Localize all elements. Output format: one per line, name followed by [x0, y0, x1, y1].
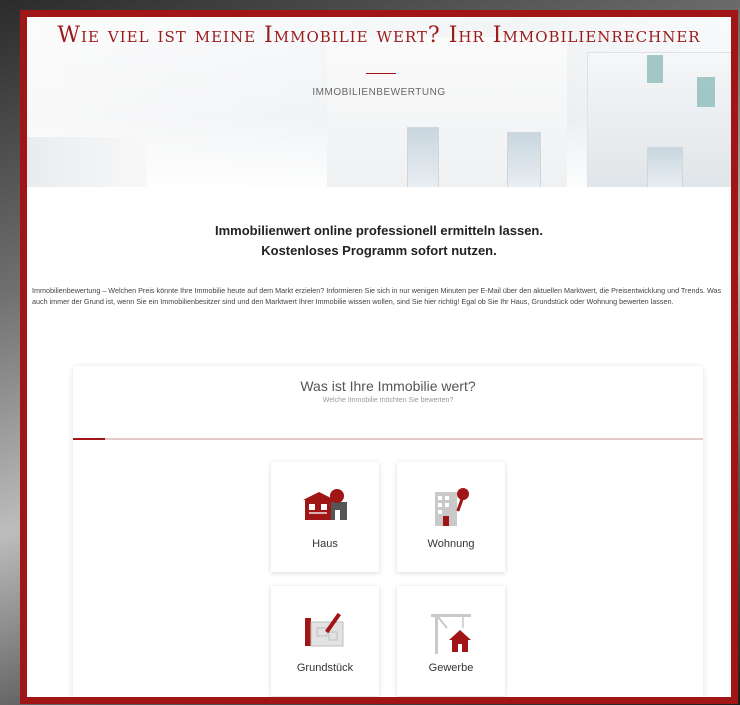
option-gewerbe[interactable]: Gewerbe	[397, 586, 505, 696]
option-label: Wohnung	[427, 538, 475, 550]
intro-paragraph: Immobilienbewertung – Welchen Preis könn…	[32, 286, 722, 306]
option-wohnung[interactable]: Wohnung	[397, 462, 505, 572]
building-window	[507, 132, 541, 187]
intro-headline-line-1: Immobilienwert online professionell ermi…	[215, 223, 543, 238]
title-divider	[366, 73, 396, 74]
option-label: Gewerbe	[428, 662, 474, 674]
calculator-subtitle: Welche Immobilie möchten Sie bewerten?	[322, 397, 454, 404]
calculator-card: Was ist Ihre Immobilie wert? Welche Immo…	[73, 366, 703, 697]
intro-headline-line-2: Kostenloses Programm sofort nutzen.	[261, 243, 497, 258]
highlight-frame: Wie viel ist meine Immobilie wert? Ihr I…	[20, 10, 738, 704]
option-grundstueck[interactable]: Grundstück	[271, 586, 379, 696]
page-title: Wie viel ist meine Immobilie wert? Ihr I…	[57, 23, 701, 48]
page-content: Wie viel ist meine Immobilie wert? Ihr I…	[27, 17, 731, 697]
option-label: Haus	[312, 538, 338, 550]
building-window	[647, 147, 683, 187]
apartment-icon	[435, 488, 469, 526]
house-icon	[303, 489, 347, 520]
progress-bar	[73, 438, 703, 440]
progress-fill	[73, 438, 105, 440]
building-window	[407, 127, 439, 187]
commercial-crane-icon	[431, 614, 471, 654]
page-subtitle: IMMOBILIENBEWERTUNG	[312, 87, 446, 98]
option-label: Grundstück	[296, 662, 354, 674]
option-haus[interactable]: Haus	[271, 462, 379, 572]
building-left	[27, 137, 147, 187]
intro-headline: Immobilienwert online professionell ermi…	[27, 221, 731, 261]
building-window-teal	[647, 55, 663, 83]
hero-banner: Wie viel ist meine Immobilie wert? Ihr I…	[27, 17, 731, 187]
calculator-title: Was ist Ihre Immobilie wert?	[300, 378, 476, 394]
land-plot-icon	[305, 612, 344, 647]
